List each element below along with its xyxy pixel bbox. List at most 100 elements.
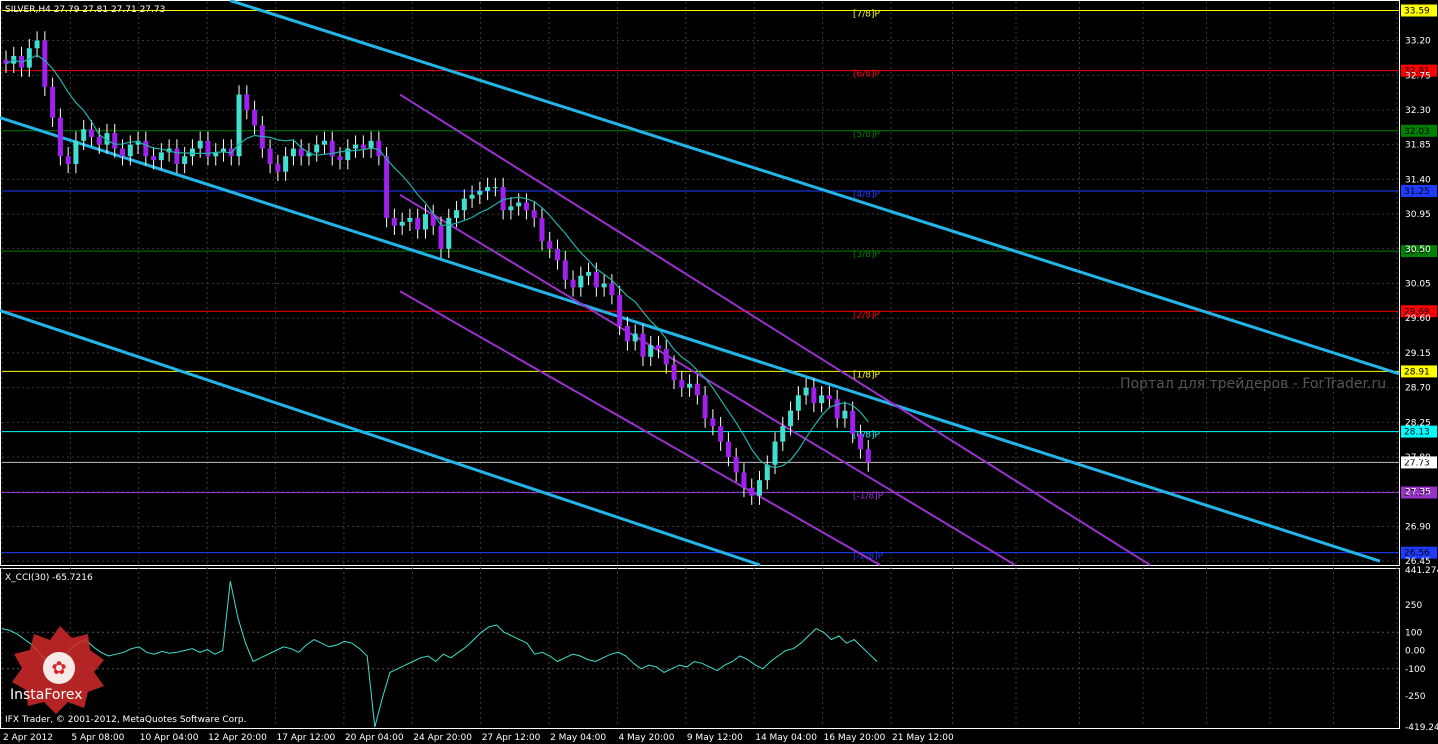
candle-body [34,40,40,49]
candle-body [850,410,856,434]
trend-line [229,0,1400,376]
candle-body [267,148,273,164]
time-tick-label: 24 Apr 20:00 [413,733,472,743]
candle-body [749,487,755,496]
candle-body [702,395,708,419]
murrey-level-label: [0/8]P [853,431,881,441]
candle-body [500,187,506,211]
candle-body [189,148,195,157]
candle-body [741,472,747,488]
candle-body [539,217,545,242]
price-tick-label: 30.50 [1405,245,1431,255]
candle-body [857,433,863,450]
price-tick-label: 26.90 [1405,522,1431,532]
candle-body [733,457,739,473]
price-level-value: 28.91 [1404,367,1430,377]
price-tick-label: 32.75 [1405,71,1431,81]
candle-body [764,464,770,481]
candle-body [120,148,126,157]
candle-body [811,387,817,404]
candle-body [384,156,390,218]
candle-body [531,210,537,218]
candle-body [718,426,724,442]
copyright-text: IFX Trader, © 2001-2012, MetaQuotes Soft… [5,715,246,725]
logo-glyph: ✿ [51,658,66,679]
cci-tick-label: -419.246 [1405,723,1438,733]
candle-body [461,198,467,211]
candle-body [353,144,359,149]
murrey-level-label: [5/8]P [853,130,881,140]
trend-line [399,93,1151,566]
time-tick-label: 17 Apr 12:00 [277,733,336,743]
candle-body [710,418,716,427]
cci-tick-label: -100 [1405,665,1426,675]
murrey-level-label: [2/8]P [853,310,881,320]
candle-body [516,202,522,207]
candle-body [819,395,825,404]
candle-body [127,144,133,157]
murrey-level-label: [-1/8]P [853,492,884,502]
candle-body [73,140,79,164]
candle-body [112,133,118,149]
candle-body [586,271,592,276]
candle-body [617,295,623,326]
murrey-level-label: [7/8]P [853,9,881,19]
price-tick-label: 28.25 [1405,418,1431,428]
candle-body [865,449,871,463]
time-tick-label: 16 May 20:00 [824,733,886,743]
time-tick-label: 14 May 04:00 [755,733,817,743]
cci-panel-frame [0,568,1400,729]
trend-line [0,116,1381,563]
candle-body [593,271,599,288]
candle-body [454,210,460,218]
cci-tick-label: 441.274 [1405,566,1438,576]
candle-body [477,190,483,195]
candle-body [88,129,94,137]
candle-body [562,260,568,280]
time-tick-label: 12 Apr 20:00 [208,733,267,743]
time-tick-label: 10 Apr 04:00 [140,733,199,743]
candle-body [290,148,296,157]
grid-lines [1,2,1399,727]
candle-body [772,441,778,465]
candle-body [275,163,281,172]
candle-body [570,279,576,288]
cci-tick-label: 0.00 [1405,647,1425,657]
candle-body [143,140,149,157]
candle-body [725,441,731,458]
candle-body [609,283,615,296]
candle-body [391,217,397,226]
price-tick-label: 31.40 [1405,175,1431,185]
candle-body [656,345,661,350]
candle-body [314,144,320,153]
murrey-level-label: [4/8]P [853,190,881,200]
candle-body [96,136,102,145]
candle-body [780,426,786,442]
candle-body [446,217,452,249]
price-tick-label: 30.05 [1405,280,1431,290]
candle-body [321,140,327,145]
candle-body [158,152,164,161]
candlestick-series [3,31,871,505]
candle-body [252,109,258,126]
price-axis: 33.20 32.75 32.30 31.85 31.40 30.95 30.50 30.05… [1405,37,1431,568]
time-tick-label: 21 May 12:00 [892,733,954,743]
candle-body [283,156,289,172]
candle-body [648,345,654,357]
candle-body [337,156,343,161]
candle-body [174,148,180,164]
candle-body [50,86,56,118]
candle-body [492,187,498,189]
price-tick-label: 27.80 [1405,453,1431,463]
candle-body [399,221,405,226]
candle-body [182,156,188,164]
candle-body [547,241,553,249]
candle-body [601,283,607,288]
candle-body [42,40,48,87]
chart-canvas: [7/8]P 33.59[6/8]P 32.81[5/8]P 32.03[4/8]P 3… [0,0,1438,743]
candle-body [298,148,304,157]
time-tick-label: 5 Apr 08:00 [71,733,124,743]
candle-body [687,383,693,388]
candle-body [640,333,646,357]
chart-title: SILVER,H4 27.79 27.81 27.71 27.73 [5,5,165,15]
